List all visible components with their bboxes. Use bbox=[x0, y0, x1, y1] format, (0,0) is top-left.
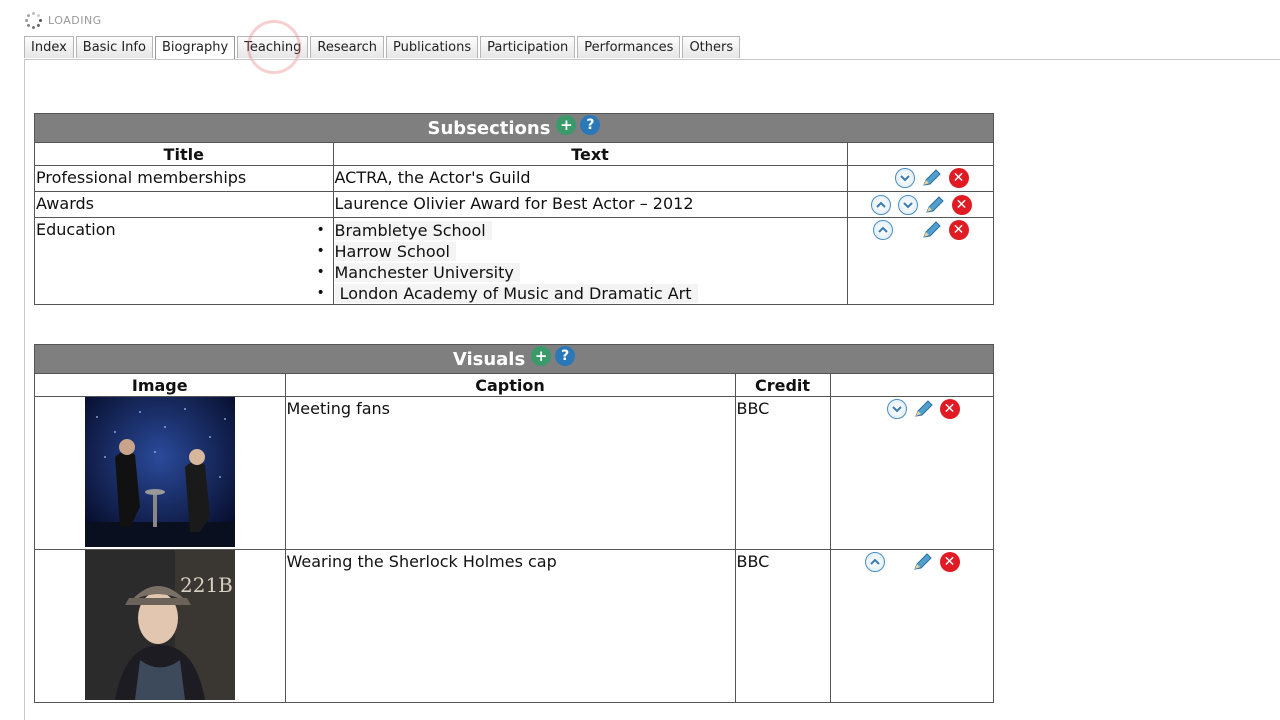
column-header-actions bbox=[830, 374, 993, 397]
spinner-icon bbox=[24, 11, 42, 29]
help-icon[interactable]: ? bbox=[580, 115, 601, 135]
add-visual-icon[interactable]: + bbox=[531, 346, 552, 366]
delete-icon[interactable]: ✕ bbox=[939, 399, 960, 419]
move-up-icon[interactable] bbox=[864, 552, 885, 572]
row-text: ACTRA, the Actor's Guild bbox=[333, 165, 848, 192]
delete-icon[interactable]: ✕ bbox=[939, 552, 960, 572]
tab-research[interactable]: Research bbox=[310, 36, 385, 58]
stage-photo-image bbox=[84, 397, 235, 547]
list-item: Brambletye School bbox=[317, 220, 846, 241]
move-up-icon[interactable] bbox=[870, 195, 891, 215]
column-header-title: Title bbox=[35, 143, 334, 166]
move-down-icon[interactable] bbox=[886, 399, 907, 419]
row-caption: Meeting fans bbox=[285, 396, 736, 550]
row-caption: Wearing the Sherlock Holmes cap bbox=[285, 549, 736, 702]
tab-performances[interactable]: Performances bbox=[577, 36, 681, 58]
move-down-icon[interactable] bbox=[894, 168, 915, 188]
row-actions: ✕ bbox=[847, 218, 993, 305]
list-item: Harrow School bbox=[317, 241, 846, 262]
help-icon[interactable]: ? bbox=[555, 346, 576, 366]
portrait-photo-image: 221B bbox=[84, 550, 235, 700]
visuals-header: Visuals + ? bbox=[35, 345, 993, 374]
edit-pencil-icon[interactable] bbox=[921, 168, 943, 188]
row-text: Brambletye School Harrow School Manchest… bbox=[317, 217, 848, 304]
table-row: Meeting fans BBC ✕ bbox=[35, 396, 993, 550]
tab-basic-info[interactable]: Basic Info bbox=[75, 36, 153, 58]
row-actions: ✕ bbox=[847, 165, 993, 192]
edit-pencil-icon[interactable] bbox=[921, 220, 943, 240]
row-image bbox=[35, 396, 286, 550]
column-header-actions bbox=[847, 143, 993, 166]
column-header-credit: Credit bbox=[735, 374, 831, 397]
tab-bar: Index Basic Info Biography Teaching Rese… bbox=[24, 36, 742, 60]
row-actions: ✕ bbox=[830, 550, 993, 703]
loading-indicator: LOADING bbox=[24, 11, 102, 29]
edit-pencil-icon[interactable] bbox=[912, 552, 934, 572]
edit-pencil-icon[interactable] bbox=[924, 195, 946, 215]
table-row: Education Brambletye School Harrow Schoo… bbox=[35, 217, 993, 305]
loading-label: LOADING bbox=[48, 13, 102, 27]
svg-text:221B: 221B bbox=[180, 573, 233, 597]
table-row: 221B Wearing the Sherlock Holmes cap BBC… bbox=[35, 549, 993, 703]
column-header-caption: Caption bbox=[285, 374, 736, 397]
row-actions: ✕ bbox=[847, 191, 993, 218]
subsections-title: Subsections bbox=[427, 117, 551, 139]
edit-pencil-icon[interactable] bbox=[913, 399, 935, 419]
move-up-icon[interactable] bbox=[872, 220, 893, 240]
list-item: Manchester University bbox=[317, 262, 846, 283]
row-image: 221B bbox=[35, 549, 286, 702]
delete-icon[interactable]: ✕ bbox=[948, 220, 969, 240]
row-title: Awards bbox=[35, 191, 334, 218]
table-row: Awards Laurence Olivier Award for Best A… bbox=[35, 191, 993, 218]
visuals-title: Visuals bbox=[452, 348, 526, 370]
visuals-table: Visuals + ? Image Caption Credit Meeting… bbox=[34, 344, 994, 703]
tab-index[interactable]: Index bbox=[24, 36, 74, 58]
row-text: Laurence Olivier Award for Best Actor – … bbox=[333, 191, 848, 218]
move-down-icon[interactable] bbox=[897, 195, 918, 215]
subsections-header: Subsections + ? bbox=[35, 114, 993, 143]
row-credit: BBC bbox=[735, 549, 831, 702]
list-item: London Academy of Music and Dramatic Art bbox=[317, 283, 846, 304]
add-subsection-icon[interactable]: + bbox=[556, 115, 577, 135]
education-list: Brambletye School Harrow School Manchest… bbox=[317, 220, 846, 304]
subsections-table: Subsections + ? Title Text Professional … bbox=[34, 113, 994, 305]
column-header-image: Image bbox=[35, 374, 286, 397]
row-actions: ✕ bbox=[830, 396, 993, 550]
tab-participation[interactable]: Participation bbox=[480, 36, 576, 58]
delete-icon[interactable]: ✕ bbox=[948, 168, 969, 188]
column-header-text: Text bbox=[333, 143, 848, 166]
tab-biography[interactable]: Biography bbox=[154, 36, 236, 60]
row-title: Education bbox=[35, 217, 334, 304]
tab-publications[interactable]: Publications bbox=[386, 36, 479, 58]
row-title: Professional memberships bbox=[35, 165, 334, 192]
table-row: Professional memberships ACTRA, the Acto… bbox=[35, 165, 993, 192]
row-credit: BBC bbox=[735, 396, 831, 550]
delete-icon[interactable]: ✕ bbox=[951, 195, 972, 215]
tab-others[interactable]: Others bbox=[682, 36, 741, 58]
